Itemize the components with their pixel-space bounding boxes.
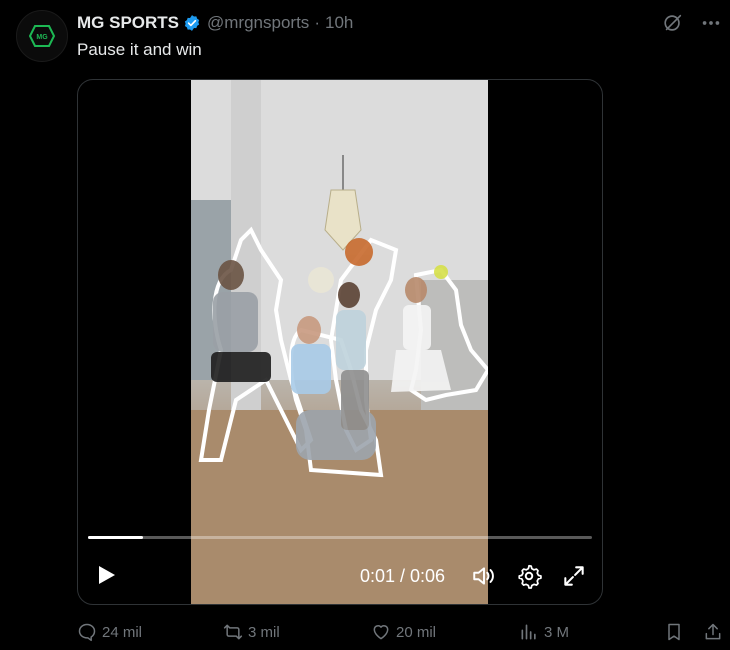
bookmark-icon: [668, 623, 680, 641]
views-button[interactable]: 3 M: [519, 622, 569, 642]
author-name[interactable]: MG SPORTS: [77, 13, 179, 33]
view-count: 3 M: [544, 623, 570, 641]
post-actions: 24 mil 3 mil 20 mil 3 M: [77, 620, 727, 644]
video-scene: [191, 80, 488, 604]
separator-dot: ·: [314, 13, 320, 32]
reply-icon: [78, 623, 96, 642]
bookmark-button[interactable]: [664, 622, 684, 642]
grok-icon[interactable]: [662, 12, 684, 34]
fullscreen-icon[interactable]: [561, 563, 587, 589]
post-time[interactable]: 10h: [325, 13, 353, 33]
more-icon[interactable]: [700, 12, 722, 34]
video-progress-bar[interactable]: [88, 536, 592, 539]
volume-icon[interactable]: [471, 563, 497, 589]
repost-button[interactable]: 3 mil: [223, 622, 280, 642]
like-count: 20 mil: [396, 623, 437, 641]
play-icon[interactable]: [94, 563, 118, 587]
settings-icon[interactable]: [516, 563, 542, 589]
reply-count: 24 mil: [102, 623, 143, 641]
like-button[interactable]: 20 mil: [371, 622, 436, 642]
verified-badge-icon: [183, 14, 201, 32]
reply-button[interactable]: 24 mil: [77, 622, 142, 642]
views-icon: [521, 624, 536, 640]
video-frame[interactable]: [191, 80, 488, 604]
share-button[interactable]: [703, 622, 723, 642]
repost-count: 3 mil: [248, 623, 280, 641]
like-icon: [373, 625, 389, 640]
svg-text:MG: MG: [36, 34, 48, 41]
avatar[interactable]: MG: [16, 10, 68, 62]
share-icon: [705, 623, 721, 640]
video-progress-fill: [88, 536, 144, 539]
author-handle[interactable]: @mrgnsports: [207, 13, 309, 33]
repost-icon: [223, 624, 243, 640]
video-timecode: 0:01 / 0:06: [360, 566, 446, 586]
post-text: Pause it and win: [77, 40, 202, 59]
video-player[interactable]: 0:01 / 0:06: [77, 79, 603, 605]
post-header: MG SPORTS @mrgnsports · 10h: [77, 12, 353, 34]
post-top-actions: [662, 12, 722, 34]
mg-logo-icon: MG: [29, 25, 55, 47]
